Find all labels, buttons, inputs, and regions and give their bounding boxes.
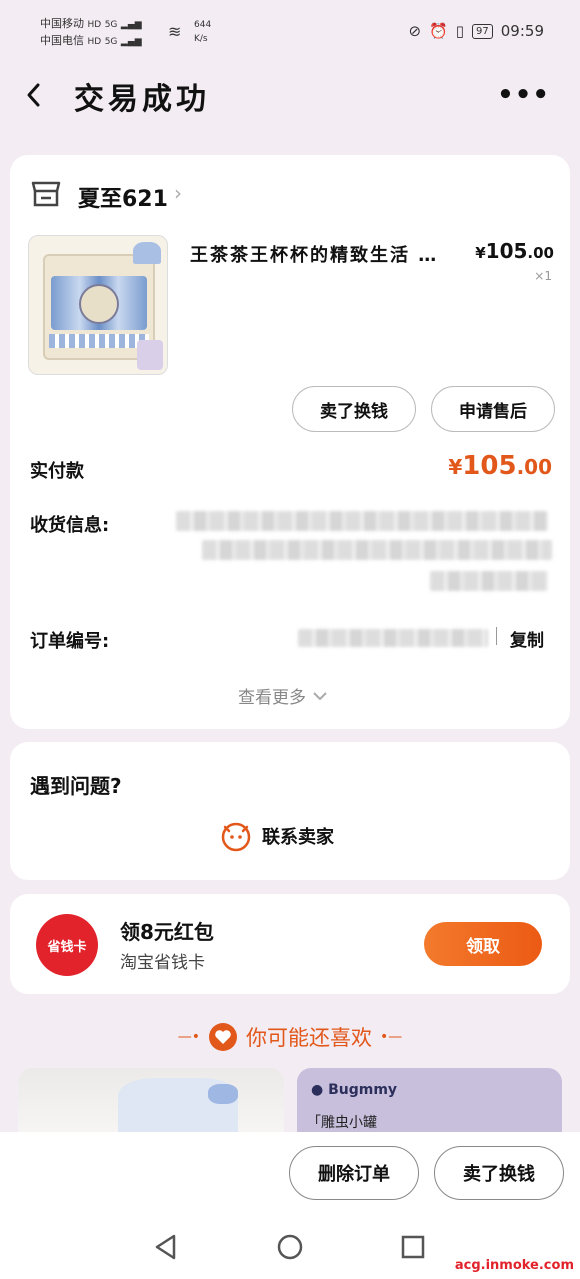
carrier-1: 中国移动 <box>40 17 84 30</box>
delete-order-button[interactable]: 删除订单 <box>289 1146 419 1200</box>
divider <box>496 627 497 645</box>
contact-seller-button[interactable]: 联系卖家 <box>220 820 334 852</box>
carrier-2: 中国电信 <box>40 34 84 47</box>
item-title[interactable]: 王茶茶王杯杯的精致生活 … <box>190 241 470 267</box>
paid-label: 实付款 <box>30 461 84 482</box>
chat-icon <box>221 822 251 852</box>
recommend-card-1[interactable] <box>18 1068 284 1138</box>
nav-home-icon[interactable] <box>276 1233 304 1261</box>
more-options-icon[interactable]: ••• <box>497 82 550 108</box>
view-more-button[interactable]: 查看更多 <box>238 683 328 708</box>
promo-title: 领8元红包 <box>120 920 214 944</box>
product-image[interactable] <box>28 235 168 375</box>
shop-name[interactable]: 夏至621 <box>78 181 168 213</box>
help-title: 遇到问题? <box>30 774 122 798</box>
card2-brand: ● Bugmmy <box>311 1082 398 1098</box>
clock: 09:59 <box>500 22 544 40</box>
order-number-label: 订单编号: <box>30 631 110 652</box>
status-right: ⊘ ⏰ ▯ 97 09:59 <box>409 22 545 40</box>
recommend-heading: —• 你可能还喜欢 •— <box>0 1022 580 1052</box>
battery-icon: 97 <box>472 23 493 39</box>
nav-recents-icon[interactable] <box>400 1234 426 1260</box>
bottom-resell-button[interactable]: 卖了换钱 <box>434 1146 564 1200</box>
alarm-icon: ⏰ <box>429 22 448 40</box>
card2-text: 「雕虫小罐 <box>307 1115 377 1131</box>
shop-icon <box>31 181 61 207</box>
chevron-down-icon <box>313 691 327 700</box>
vibrate-icon: ▯ <box>455 22 465 40</box>
promo-card: 省钱卡 领8元红包 淘宝省钱卡 领取 <box>10 894 570 994</box>
item-quantity: ×1 <box>534 269 552 283</box>
chevron-right-icon[interactable]: › <box>174 181 182 205</box>
signal-icon: ▂▄▆ <box>120 20 142 30</box>
address-line-2-redacted <box>202 540 552 560</box>
claim-button[interactable]: 领取 <box>424 922 542 966</box>
recommend-card-2[interactable]: ● Bugmmy 「雕虫小罐 <box>297 1068 562 1138</box>
order-card: 夏至621 › 王茶茶王杯杯的精致生活 … ¥105.00 ×1 卖了换钱 申请… <box>10 155 570 729</box>
wifi-icon: ≋ <box>168 22 182 41</box>
copy-button[interactable]: 复制 <box>510 626 544 651</box>
order-number-redacted <box>298 629 488 647</box>
nav-back-icon[interactable] <box>152 1233 180 1261</box>
paid-amount: ¥105.00 <box>448 451 552 481</box>
deco-line-right: •— <box>380 1029 403 1045</box>
net-speed: 644 K/s <box>194 20 212 44</box>
signal-icon-2: ▂▄▆ <box>120 37 142 47</box>
address-line-3-redacted <box>430 571 548 591</box>
deco-line-left: —• <box>177 1029 200 1045</box>
address-label: 收货信息: <box>30 515 110 536</box>
help-card: 遇到问题? 联系卖家 <box>10 742 570 880</box>
page-title: 交易成功 <box>74 82 210 117</box>
savings-card-badge: 省钱卡 <box>36 914 98 976</box>
address-line-1-redacted <box>176 511 548 531</box>
item-price: ¥105.00 <box>475 239 554 263</box>
promo-subtitle: 淘宝省钱卡 <box>120 953 205 973</box>
status-carriers: 中国移动 HD 5G ▂▄▆ 中国电信 HD 5G ▂▄▆ <box>40 17 142 47</box>
watermark: acg.inmoke.com <box>454 1258 574 1273</box>
heart-icon <box>209 1023 237 1051</box>
nfc-icon: ⊘ <box>408 22 422 40</box>
resell-button[interactable]: 卖了换钱 <box>292 386 416 432</box>
back-icon[interactable] <box>22 80 48 110</box>
after-sale-button[interactable]: 申请售后 <box>431 386 555 432</box>
